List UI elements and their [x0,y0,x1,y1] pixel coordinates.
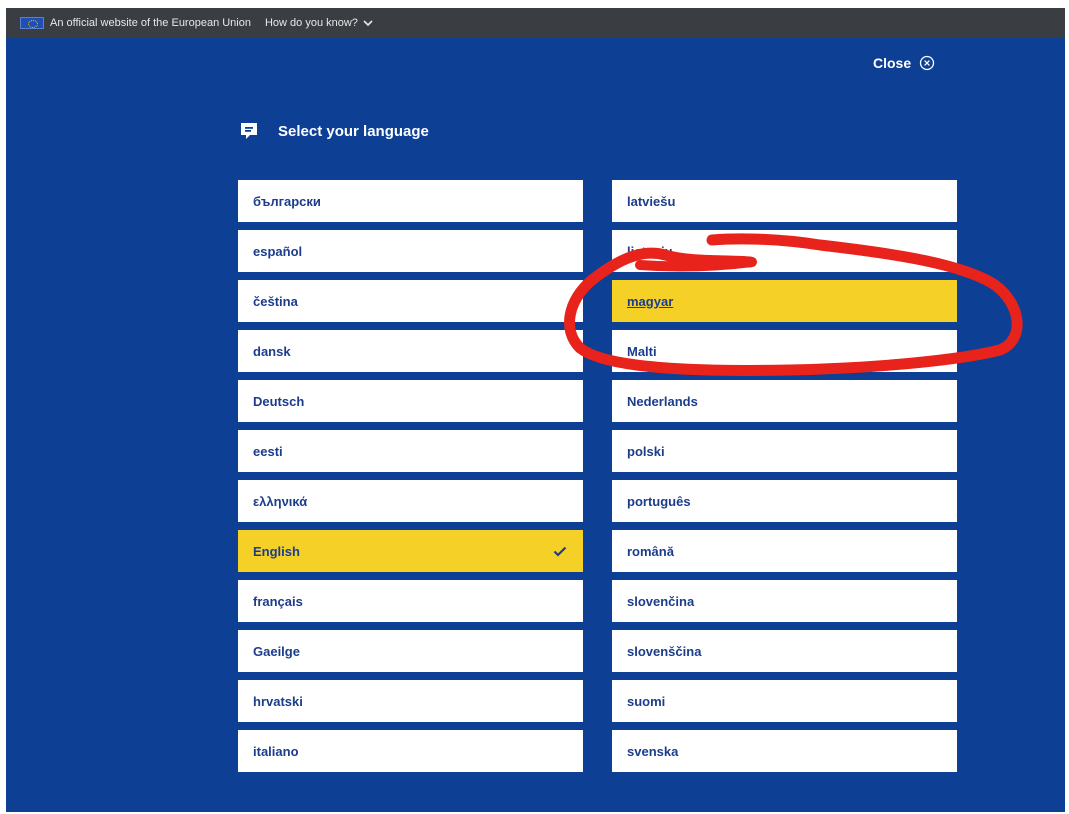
language-list-left: български español čeština dansk Deutsch … [238,180,583,780]
checkmark-icon [553,546,567,557]
language-label: Malti [627,343,657,359]
language-label: dansk [253,343,291,359]
official-website-text: An official website of the European Unio… [50,17,251,29]
language-label: Gaeilge [253,643,300,659]
language-option-swedish[interactable]: svenska [612,730,957,772]
language-option-dutch[interactable]: Nederlands [612,380,957,422]
page-title: Select your language [238,120,429,142]
language-label: Nederlands [627,393,698,409]
language-option-portuguese[interactable]: português [612,480,957,522]
language-option-greek[interactable]: ελληνικά [238,480,583,522]
language-option-hungarian[interactable]: magyar [612,280,957,322]
language-label: hrvatski [253,693,303,709]
language-option-bulgarian[interactable]: български [238,180,583,222]
language-option-slovak[interactable]: slovenčina [612,580,957,622]
language-label: svenska [627,743,679,759]
language-label: suomi [627,693,666,709]
language-option-english[interactable]: English [238,530,583,572]
language-option-polish[interactable]: polski [612,430,957,472]
language-list-right: latviešu lietuvių magyar Malti Nederland… [612,180,957,780]
language-label: čeština [253,293,298,309]
eu-flag-icon [20,17,44,29]
eu-official-banner: An official website of the European Unio… [6,8,1065,38]
language-option-italian[interactable]: italiano [238,730,583,772]
language-label: lietuvių [627,243,673,259]
language-option-estonian[interactable]: eesti [238,430,583,472]
how-do-you-know-label: How do you know? [264,17,358,29]
language-label: Deutsch [253,393,305,409]
chevron-down-icon [363,19,373,26]
how-do-you-know-link[interactable]: How do you know? [265,17,373,29]
language-label: latviešu [627,193,676,209]
language-label: italiano [253,743,299,759]
close-icon [919,55,935,71]
language-option-finnish[interactable]: suomi [612,680,957,722]
close-button[interactable]: Close [873,52,935,74]
language-label: polski [627,443,665,459]
speech-bubble-icon [241,123,257,139]
language-label: română [627,543,674,559]
language-option-french[interactable]: français [238,580,583,622]
language-label: English [253,543,300,559]
language-label: slovenščina [627,643,702,659]
language-option-lithuanian[interactable]: lietuvių [612,230,957,272]
language-label: eesti [253,443,283,459]
language-label: ελληνικά [253,493,308,509]
page-title-text: Select your language [278,122,429,140]
language-label: français [253,593,303,609]
language-label: slovenčina [627,593,695,609]
language-option-czech[interactable]: čeština [238,280,583,322]
language-option-croatian[interactable]: hrvatski [238,680,583,722]
language-option-german[interactable]: Deutsch [238,380,583,422]
language-option-latvian[interactable]: latviešu [612,180,957,222]
language-option-slovenian[interactable]: slovenščina [612,630,957,672]
language-option-maltese[interactable]: Malti [612,330,957,372]
language-label: português [627,493,691,509]
language-option-romanian[interactable]: română [612,530,957,572]
close-label: Close [873,55,912,71]
language-option-danish[interactable]: dansk [238,330,583,372]
language-option-spanish[interactable]: español [238,230,583,272]
language-label: български [253,193,321,209]
language-option-irish[interactable]: Gaeilge [238,630,583,672]
language-label: español [253,243,303,259]
language-label: magyar [627,293,674,309]
